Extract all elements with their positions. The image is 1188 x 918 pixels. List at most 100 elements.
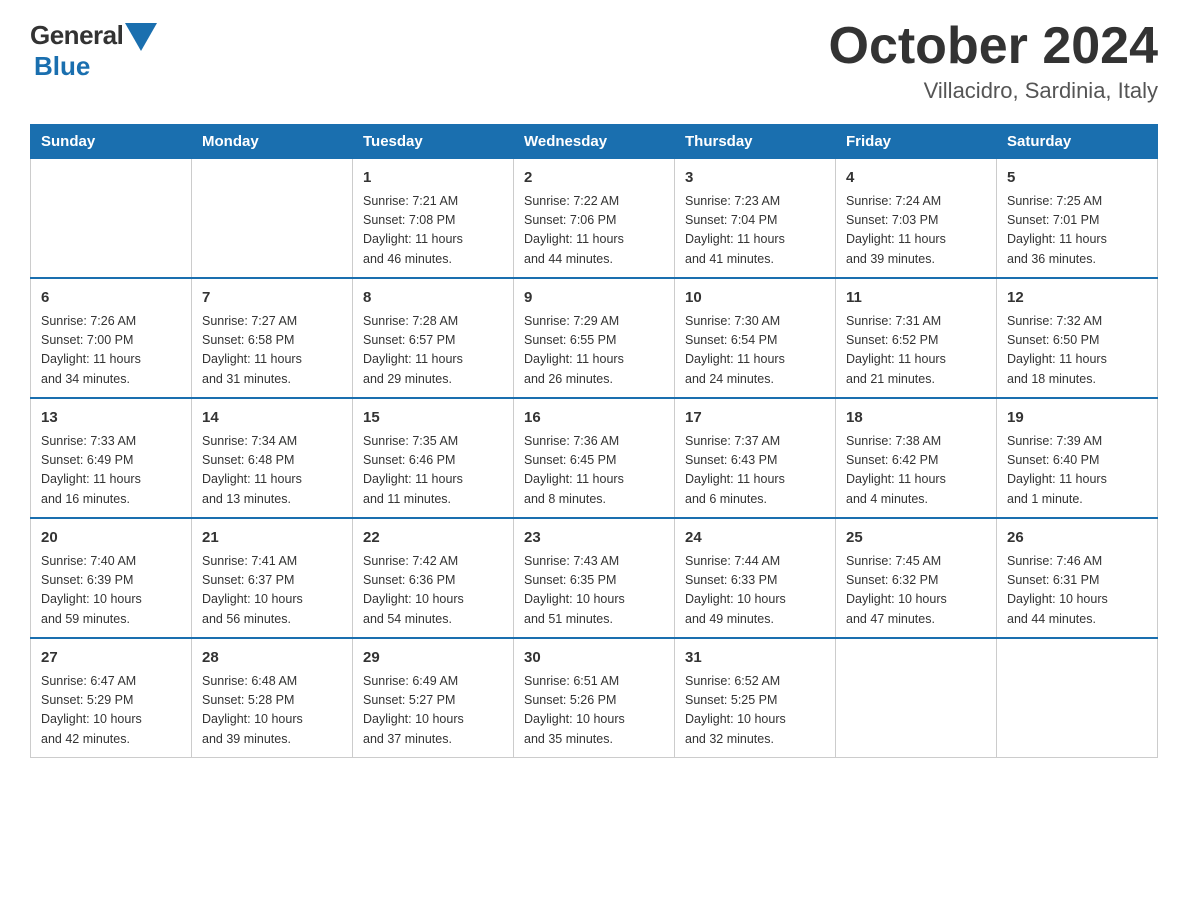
calendar-cell: 8Sunrise: 7:28 AM Sunset: 6:57 PM Daylig…: [353, 278, 514, 398]
calendar-cell: 28Sunrise: 6:48 AM Sunset: 5:28 PM Dayli…: [192, 638, 353, 758]
calendar-cell: 6Sunrise: 7:26 AM Sunset: 7:00 PM Daylig…: [31, 278, 192, 398]
day-info: Sunrise: 7:44 AM Sunset: 6:33 PM Dayligh…: [685, 552, 825, 630]
calendar-cell: 10Sunrise: 7:30 AM Sunset: 6:54 PM Dayli…: [675, 278, 836, 398]
logo-triangle-icon: [125, 23, 157, 51]
calendar-cell: [192, 159, 353, 279]
day-info: Sunrise: 6:48 AM Sunset: 5:28 PM Dayligh…: [202, 672, 342, 750]
day-info: Sunrise: 7:43 AM Sunset: 6:35 PM Dayligh…: [524, 552, 664, 630]
day-info: Sunrise: 7:40 AM Sunset: 6:39 PM Dayligh…: [41, 552, 181, 630]
calendar-cell: 29Sunrise: 6:49 AM Sunset: 5:27 PM Dayli…: [353, 638, 514, 758]
day-info: Sunrise: 7:31 AM Sunset: 6:52 PM Dayligh…: [846, 312, 986, 390]
weekday-header-monday: Monday: [192, 125, 353, 159]
calendar-cell: [31, 159, 192, 279]
page-header: General Blue October 2024 Villacidro, Sa…: [30, 20, 1158, 104]
day-number: 14: [202, 407, 342, 430]
calendar-cell: 23Sunrise: 7:43 AM Sunset: 6:35 PM Dayli…: [514, 518, 675, 638]
day-number: 11: [846, 287, 986, 310]
day-number: 28: [202, 647, 342, 670]
day-info: Sunrise: 6:52 AM Sunset: 5:25 PM Dayligh…: [685, 672, 825, 750]
calendar-cell: 14Sunrise: 7:34 AM Sunset: 6:48 PM Dayli…: [192, 398, 353, 518]
day-info: Sunrise: 7:45 AM Sunset: 6:32 PM Dayligh…: [846, 552, 986, 630]
day-number: 22: [363, 527, 503, 550]
day-number: 16: [524, 407, 664, 430]
day-number: 2: [524, 167, 664, 190]
day-number: 13: [41, 407, 181, 430]
day-info: Sunrise: 7:39 AM Sunset: 6:40 PM Dayligh…: [1007, 432, 1147, 510]
day-number: 26: [1007, 527, 1147, 550]
weekday-header-tuesday: Tuesday: [353, 125, 514, 159]
day-info: Sunrise: 7:41 AM Sunset: 6:37 PM Dayligh…: [202, 552, 342, 630]
day-number: 4: [846, 167, 986, 190]
day-number: 12: [1007, 287, 1147, 310]
day-number: 21: [202, 527, 342, 550]
day-info: Sunrise: 7:26 AM Sunset: 7:00 PM Dayligh…: [41, 312, 181, 390]
day-number: 10: [685, 287, 825, 310]
calendar-cell: 9Sunrise: 7:29 AM Sunset: 6:55 PM Daylig…: [514, 278, 675, 398]
calendar-cell: 24Sunrise: 7:44 AM Sunset: 6:33 PM Dayli…: [675, 518, 836, 638]
calendar-cell: 3Sunrise: 7:23 AM Sunset: 7:04 PM Daylig…: [675, 159, 836, 279]
day-info: Sunrise: 7:29 AM Sunset: 6:55 PM Dayligh…: [524, 312, 664, 390]
day-number: 23: [524, 527, 664, 550]
calendar-cell: 22Sunrise: 7:42 AM Sunset: 6:36 PM Dayli…: [353, 518, 514, 638]
day-info: Sunrise: 7:38 AM Sunset: 6:42 PM Dayligh…: [846, 432, 986, 510]
weekday-header-friday: Friday: [836, 125, 997, 159]
day-number: 25: [846, 527, 986, 550]
calendar-cell: 15Sunrise: 7:35 AM Sunset: 6:46 PM Dayli…: [353, 398, 514, 518]
day-info: Sunrise: 7:36 AM Sunset: 6:45 PM Dayligh…: [524, 432, 664, 510]
calendar-cell: 13Sunrise: 7:33 AM Sunset: 6:49 PM Dayli…: [31, 398, 192, 518]
calendar-cell: 19Sunrise: 7:39 AM Sunset: 6:40 PM Dayli…: [997, 398, 1158, 518]
calendar-cell: 26Sunrise: 7:46 AM Sunset: 6:31 PM Dayli…: [997, 518, 1158, 638]
day-info: Sunrise: 6:47 AM Sunset: 5:29 PM Dayligh…: [41, 672, 181, 750]
day-number: 6: [41, 287, 181, 310]
day-info: Sunrise: 7:23 AM Sunset: 7:04 PM Dayligh…: [685, 192, 825, 270]
calendar-cell: 30Sunrise: 6:51 AM Sunset: 5:26 PM Dayli…: [514, 638, 675, 758]
day-number: 29: [363, 647, 503, 670]
day-info: Sunrise: 7:34 AM Sunset: 6:48 PM Dayligh…: [202, 432, 342, 510]
day-info: Sunrise: 7:46 AM Sunset: 6:31 PM Dayligh…: [1007, 552, 1147, 630]
calendar-week-row: 27Sunrise: 6:47 AM Sunset: 5:29 PM Dayli…: [31, 638, 1158, 758]
day-number: 19: [1007, 407, 1147, 430]
calendar-cell: 17Sunrise: 7:37 AM Sunset: 6:43 PM Dayli…: [675, 398, 836, 518]
calendar-cell: [997, 638, 1158, 758]
calendar-table: SundayMondayTuesdayWednesdayThursdayFrid…: [30, 124, 1158, 758]
calendar-cell: 1Sunrise: 7:21 AM Sunset: 7:08 PM Daylig…: [353, 159, 514, 279]
day-number: 5: [1007, 167, 1147, 190]
calendar-cell: 11Sunrise: 7:31 AM Sunset: 6:52 PM Dayli…: [836, 278, 997, 398]
day-number: 7: [202, 287, 342, 310]
day-number: 8: [363, 287, 503, 310]
calendar-header-row: SundayMondayTuesdayWednesdayThursdayFrid…: [31, 125, 1158, 159]
weekday-header-sunday: Sunday: [31, 125, 192, 159]
day-number: 3: [685, 167, 825, 190]
calendar-cell: 21Sunrise: 7:41 AM Sunset: 6:37 PM Dayli…: [192, 518, 353, 638]
day-number: 15: [363, 407, 503, 430]
calendar-cell: [836, 638, 997, 758]
weekday-header-wednesday: Wednesday: [514, 125, 675, 159]
calendar-cell: 16Sunrise: 7:36 AM Sunset: 6:45 PM Dayli…: [514, 398, 675, 518]
month-year-title: October 2024: [829, 20, 1159, 72]
day-info: Sunrise: 7:24 AM Sunset: 7:03 PM Dayligh…: [846, 192, 986, 270]
day-info: Sunrise: 7:22 AM Sunset: 7:06 PM Dayligh…: [524, 192, 664, 270]
weekday-header-saturday: Saturday: [997, 125, 1158, 159]
day-number: 1: [363, 167, 503, 190]
day-number: 31: [685, 647, 825, 670]
calendar-cell: 4Sunrise: 7:24 AM Sunset: 7:03 PM Daylig…: [836, 159, 997, 279]
day-number: 20: [41, 527, 181, 550]
calendar-cell: 18Sunrise: 7:38 AM Sunset: 6:42 PM Dayli…: [836, 398, 997, 518]
day-number: 27: [41, 647, 181, 670]
calendar-cell: 27Sunrise: 6:47 AM Sunset: 5:29 PM Dayli…: [31, 638, 192, 758]
day-info: Sunrise: 7:33 AM Sunset: 6:49 PM Dayligh…: [41, 432, 181, 510]
day-number: 17: [685, 407, 825, 430]
day-info: Sunrise: 7:21 AM Sunset: 7:08 PM Dayligh…: [363, 192, 503, 270]
day-info: Sunrise: 6:51 AM Sunset: 5:26 PM Dayligh…: [524, 672, 664, 750]
calendar-week-row: 13Sunrise: 7:33 AM Sunset: 6:49 PM Dayli…: [31, 398, 1158, 518]
day-number: 9: [524, 287, 664, 310]
calendar-week-row: 1Sunrise: 7:21 AM Sunset: 7:08 PM Daylig…: [31, 159, 1158, 279]
location-subtitle: Villacidro, Sardinia, Italy: [829, 78, 1159, 104]
day-info: Sunrise: 7:25 AM Sunset: 7:01 PM Dayligh…: [1007, 192, 1147, 270]
calendar-cell: 12Sunrise: 7:32 AM Sunset: 6:50 PM Dayli…: [997, 278, 1158, 398]
day-info: Sunrise: 7:27 AM Sunset: 6:58 PM Dayligh…: [202, 312, 342, 390]
calendar-cell: 7Sunrise: 7:27 AM Sunset: 6:58 PM Daylig…: [192, 278, 353, 398]
day-info: Sunrise: 7:28 AM Sunset: 6:57 PM Dayligh…: [363, 312, 503, 390]
day-number: 30: [524, 647, 664, 670]
day-info: Sunrise: 7:35 AM Sunset: 6:46 PM Dayligh…: [363, 432, 503, 510]
